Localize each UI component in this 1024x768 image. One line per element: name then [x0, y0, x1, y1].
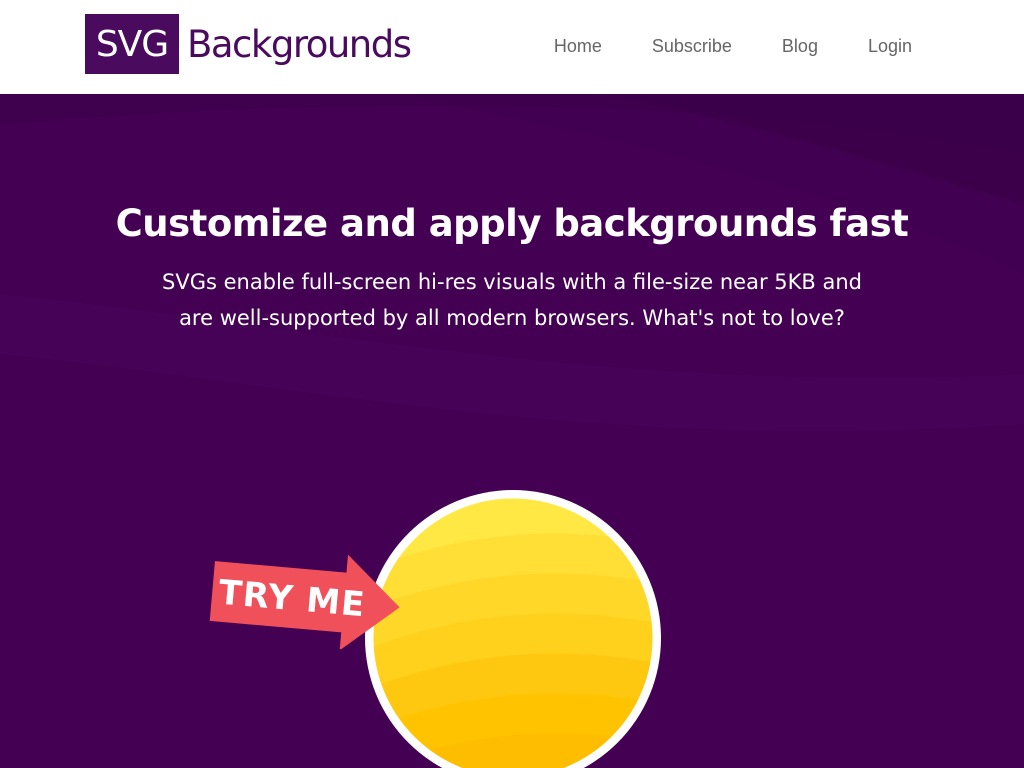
try-me-arrow[interactable]: TRY ME: [204, 549, 409, 649]
nav-subscribe-link[interactable]: Subscribe: [652, 36, 732, 57]
logo-wordmark: Backgrounds: [187, 22, 412, 66]
hero-subtitle: SVGs enable full-screen hi-res visuals w…: [162, 270, 862, 330]
logo-mark: SVG: [85, 14, 179, 74]
site-header: SVG Backgrounds Home Subscribe Blog Logi…: [0, 0, 1024, 94]
nav-login-link[interactable]: Login: [868, 36, 912, 57]
nav-home-link[interactable]: Home: [554, 36, 602, 57]
page: SVG Backgrounds Home Subscribe Blog Logi…: [0, 0, 1024, 768]
logo[interactable]: SVG Backgrounds: [85, 14, 412, 74]
hero-title: Customize and apply backgrounds fast: [115, 202, 909, 245]
main-nav: Home Subscribe Blog Login: [504, 36, 912, 57]
nav-blog-link[interactable]: Blog: [782, 36, 818, 57]
hero-section: Customize and apply backgrounds fast SVG…: [0, 94, 1024, 768]
